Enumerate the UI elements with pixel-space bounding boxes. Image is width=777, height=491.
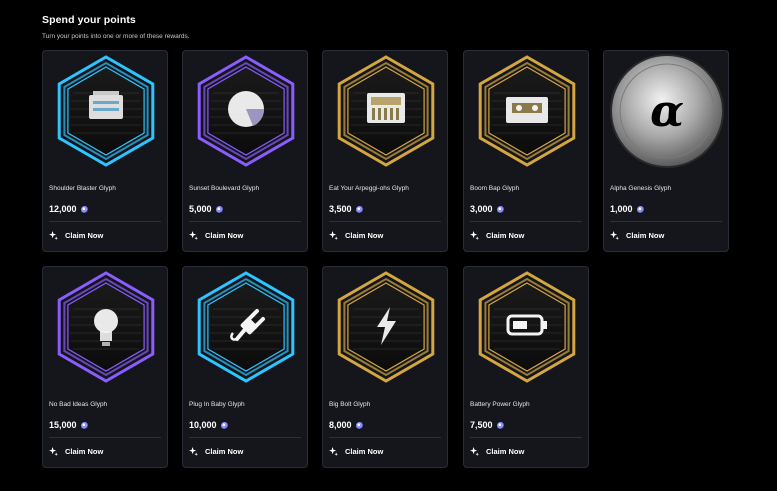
reward-card[interactable]: Shoulder Blaster Glyph 12,000 Claim Now bbox=[42, 50, 168, 252]
reward-price: 3,000 bbox=[470, 204, 504, 214]
reward-price: 5,000 bbox=[189, 204, 223, 214]
claim-now-button[interactable]: Claim Now bbox=[470, 231, 524, 240]
reward-card[interactable]: Sunset Boulevard Glyph 5,000 Claim Now bbox=[182, 50, 308, 252]
points-gem-icon bbox=[80, 421, 88, 429]
price-value: 15,000 bbox=[49, 420, 77, 430]
claim-now-button[interactable]: Claim Now bbox=[49, 231, 103, 240]
reward-name: Big Bolt Glyph bbox=[329, 401, 371, 408]
sparkle-icon bbox=[470, 447, 479, 456]
price-value: 10,000 bbox=[189, 420, 217, 430]
claim-now-button[interactable]: Claim Now bbox=[49, 447, 103, 456]
keyboard-icon bbox=[323, 51, 447, 175]
divider bbox=[189, 221, 301, 222]
sun-icon bbox=[183, 51, 307, 175]
alpha-coin-icon: α bbox=[604, 51, 728, 175]
reward-card[interactable]: Big Bolt Glyph 8,000 Claim Now bbox=[322, 266, 448, 468]
price-value: 12,000 bbox=[49, 204, 77, 214]
divider bbox=[49, 221, 161, 222]
sparkle-icon bbox=[470, 231, 479, 240]
reward-card[interactable]: Eat Your Arpeggi-ohs Glyph 3,500 Claim No… bbox=[322, 50, 448, 252]
section-header: Spend your points Turn your points into … bbox=[42, 14, 190, 40]
points-gem-icon bbox=[215, 205, 223, 213]
reward-name: Alpha Genesis Glyph bbox=[610, 185, 672, 192]
price-value: 7,500 bbox=[470, 420, 493, 430]
lightbulb-icon bbox=[43, 267, 167, 391]
reward-card[interactable]: Plug In Baby Glyph 10,000 Claim Now bbox=[182, 266, 308, 468]
price-value: 5,000 bbox=[189, 204, 212, 214]
claim-now-label: Claim Now bbox=[626, 231, 665, 240]
section-subtitle: Turn your points into one or more of the… bbox=[42, 33, 190, 40]
claim-now-label: Claim Now bbox=[345, 447, 384, 456]
alpha-glyph: α bbox=[650, 86, 684, 137]
divider bbox=[189, 437, 301, 438]
claim-now-button[interactable]: Claim Now bbox=[470, 447, 524, 456]
claim-now-button[interactable]: Claim Now bbox=[329, 447, 383, 456]
reward-name: No Bad Ideas Glyph bbox=[49, 401, 108, 408]
cassette-icon bbox=[464, 51, 588, 175]
reward-card[interactable]: No Bad Ideas Glyph 15,000 Claim Now bbox=[42, 266, 168, 468]
points-gem-icon bbox=[496, 421, 504, 429]
divider bbox=[329, 221, 441, 222]
claim-now-label: Claim Now bbox=[345, 231, 384, 240]
claim-now-button[interactable]: Claim Now bbox=[610, 231, 664, 240]
price-value: 3,500 bbox=[329, 204, 352, 214]
points-gem-icon bbox=[496, 205, 504, 213]
reward-price: 12,000 bbox=[49, 204, 88, 214]
reward-card[interactable]: α Alpha Genesis Glyph 1,000 Claim Now bbox=[603, 50, 729, 252]
claim-now-button[interactable]: Claim Now bbox=[329, 231, 383, 240]
sparkle-icon bbox=[189, 231, 198, 240]
reward-card[interactable]: Battery Power Glyph 7,500 Claim Now bbox=[463, 266, 589, 468]
reward-name: Boom Bap Glyph bbox=[470, 185, 520, 192]
reward-name: Shoulder Blaster Glyph bbox=[49, 185, 116, 192]
boombox-icon bbox=[43, 51, 167, 175]
reward-price: 1,000 bbox=[610, 204, 644, 214]
reward-price: 10,000 bbox=[189, 420, 228, 430]
reward-name: Sunset Boulevard Glyph bbox=[189, 185, 260, 192]
points-gem-icon bbox=[220, 421, 228, 429]
points-gem-icon bbox=[355, 205, 363, 213]
divider bbox=[610, 221, 722, 222]
sparkle-icon bbox=[329, 231, 338, 240]
claim-now-label: Claim Now bbox=[65, 447, 104, 456]
points-gem-icon bbox=[355, 421, 363, 429]
price-value: 1,000 bbox=[610, 204, 633, 214]
reward-price: 8,000 bbox=[329, 420, 363, 430]
price-value: 8,000 bbox=[329, 420, 352, 430]
sparkle-icon bbox=[49, 447, 58, 456]
sparkle-icon bbox=[49, 231, 58, 240]
reward-price: 7,500 bbox=[470, 420, 504, 430]
reward-name: Battery Power Glyph bbox=[470, 401, 530, 408]
claim-now-label: Claim Now bbox=[486, 231, 525, 240]
reward-price: 15,000 bbox=[49, 420, 88, 430]
claim-now-label: Claim Now bbox=[486, 447, 525, 456]
divider bbox=[470, 221, 582, 222]
claim-now-label: Claim Now bbox=[65, 231, 104, 240]
sparkle-icon bbox=[189, 447, 198, 456]
divider bbox=[470, 437, 582, 438]
plug-icon bbox=[183, 267, 307, 391]
divider bbox=[49, 437, 161, 438]
claim-now-label: Claim Now bbox=[205, 231, 244, 240]
sparkle-icon bbox=[610, 231, 619, 240]
claim-now-button[interactable]: Claim Now bbox=[189, 447, 243, 456]
claim-now-label: Claim Now bbox=[205, 447, 244, 456]
price-value: 3,000 bbox=[470, 204, 493, 214]
reward-name: Plug In Baby Glyph bbox=[189, 401, 245, 408]
section-title: Spend your points bbox=[42, 14, 136, 26]
reward-price: 3,500 bbox=[329, 204, 363, 214]
bolt-icon bbox=[323, 267, 447, 391]
points-gem-icon bbox=[636, 205, 644, 213]
reward-name: Eat Your Arpeggi-ohs Glyph bbox=[329, 185, 409, 192]
points-gem-icon bbox=[80, 205, 88, 213]
claim-now-button[interactable]: Claim Now bbox=[189, 231, 243, 240]
reward-card[interactable]: Boom Bap Glyph 3,000 Claim Now bbox=[463, 50, 589, 252]
sparkle-icon bbox=[329, 447, 338, 456]
battery-icon bbox=[464, 267, 588, 391]
divider bbox=[329, 437, 441, 438]
